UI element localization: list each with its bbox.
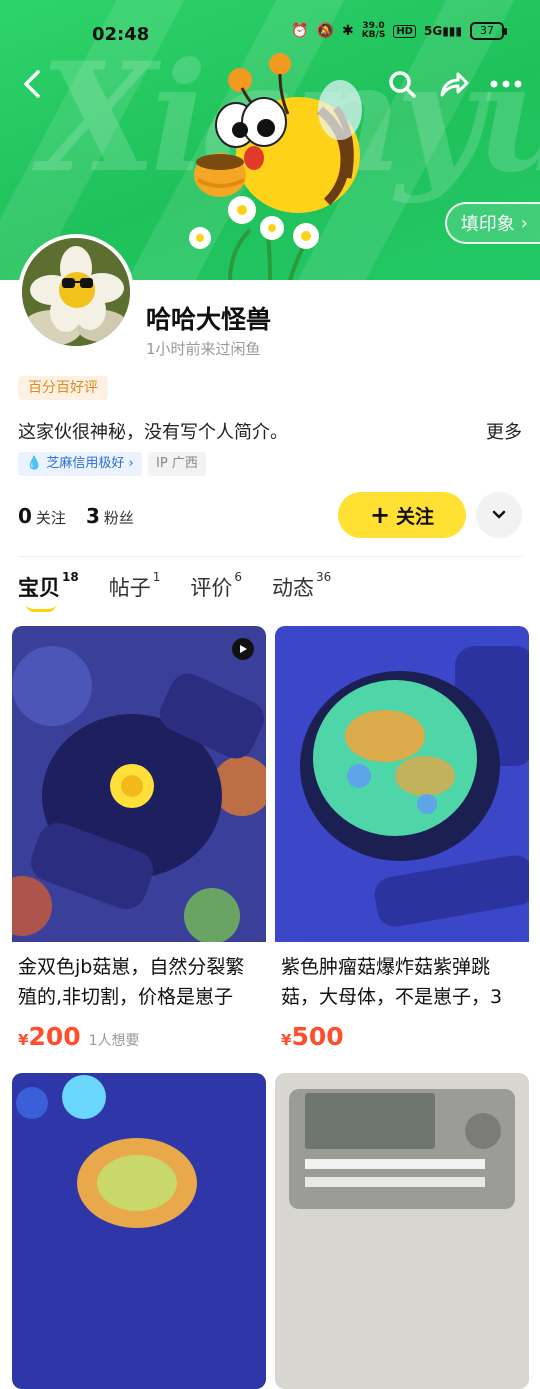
item-price: ¥500 <box>281 1022 344 1051</box>
divider <box>18 556 522 557</box>
follow-stats: 0 关注 3 粉丝 <box>18 504 134 528</box>
chevron-right-icon: › <box>128 456 134 471</box>
item-photo <box>275 1073 529 1389</box>
active-tab-indicator <box>26 604 56 612</box>
fans-label: 粉丝 <box>103 509 134 527</box>
following-count: 0 <box>18 504 32 528</box>
item-price-row: ¥500 <box>275 1014 529 1051</box>
item-photo <box>12 626 266 942</box>
following-label: 关注 <box>35 509 66 527</box>
item-card[interactable] <box>12 1073 266 1389</box>
tab-items[interactable]: 宝贝 18 <box>18 570 79 602</box>
fans-count: 3 <box>85 504 100 528</box>
more-options-button[interactable] <box>486 64 526 104</box>
credit-tag[interactable]: 💧 芝麻信用极好 › <box>18 452 142 476</box>
status-bar: 02:48 ⏰ 🔕 ✱ 39.0 KB/S HD 5G▮▮▮ 37 <box>0 0 540 66</box>
share-icon <box>440 72 469 97</box>
item-price-row: ¥200 1人想要 <box>12 1014 266 1051</box>
net-speed: 39.0 KB/S <box>361 21 386 40</box>
good-review-badge[interactable]: 百分百好评 <box>18 376 108 400</box>
video-play-icon <box>232 638 254 660</box>
credit-tag-label: 芝麻信用极好 <box>46 456 125 471</box>
back-button[interactable] <box>12 64 52 104</box>
status-time: 02:48 <box>92 24 150 45</box>
profile-tabs: 宝贝 18 帖子 1 评价 6 动态 36 <box>18 570 331 602</box>
device-photo-image <box>275 1073 529 1389</box>
daffodil-avatar-image <box>22 238 130 346</box>
coral-photo-image <box>12 1073 266 1389</box>
stamp-impression-button[interactable]: 填印象 › <box>444 202 540 244</box>
tab-activity[interactable]: 动态 36 <box>272 570 331 602</box>
chevron-right-icon: › <box>520 212 528 234</box>
item-card[interactable]: 紫色肿瘤菇爆炸菇紫弹跳菇，大母体，不是崽子，3 ¥500 <box>275 626 529 1051</box>
signal-icon: 5G▮▮▮ <box>423 24 462 38</box>
plus-icon: + <box>369 501 391 529</box>
bluetooth-icon: ✱ <box>341 23 354 39</box>
user-name: 哈哈大怪兽 <box>146 305 272 334</box>
more-dots-icon <box>490 80 522 88</box>
following-stat[interactable]: 0 关注 <box>18 504 66 528</box>
last-seen-text: 1小时前来过闲鱼 <box>146 340 261 358</box>
item-wants-count: 1人想要 <box>88 1033 140 1049</box>
item-title: 金双色jb菇崽，自然分裂繁殖的,非切割，价格是崽子 <box>18 956 245 1008</box>
item-photo <box>275 626 529 942</box>
flame-icon: 💧 <box>26 456 43 471</box>
mute-icon: 🔕 <box>316 23 334 39</box>
alarm-icon: ⏰ <box>291 23 309 39</box>
bee-mascot-illustration <box>189 53 362 280</box>
back-arrow-icon <box>24 70 40 98</box>
ip-value: 广西 <box>171 456 198 471</box>
bio-text: 这家伙很神秘，没有写个人简介。 <box>18 422 288 443</box>
avatar[interactable] <box>18 234 134 350</box>
follow-button[interactable]: + 关注 <box>338 492 466 538</box>
search-icon <box>389 71 416 98</box>
stamp-button-label: 填印象 <box>460 214 515 235</box>
ip-location-tag: IP 广西 <box>148 452 206 476</box>
item-card[interactable]: 金双色jb菇崽，自然分裂繁殖的,非切割，价格是崽子 ¥200 1人想要 <box>12 626 266 1051</box>
more-link[interactable]: 更多 <box>486 418 522 444</box>
item-title: 紫色肿瘤菇爆炸菇紫弹跳菇，大母体，不是崽子，3 <box>281 956 503 1008</box>
status-icons: ⏰ 🔕 ✱ 39.0 KB/S HD 5G▮▮▮ 37 <box>291 21 507 40</box>
coral-photo-image <box>275 626 529 942</box>
follow-button-label: 关注 <box>396 505 435 528</box>
tab-posts[interactable]: 帖子 1 <box>109 570 161 602</box>
ip-label: IP <box>156 456 168 471</box>
chevron-down-icon <box>492 510 506 519</box>
item-photo <box>12 1073 266 1389</box>
tab-reviews[interactable]: 评价 6 <box>190 570 242 602</box>
share-button[interactable] <box>434 64 474 104</box>
item-price: ¥200 <box>18 1022 81 1051</box>
expand-dropdown-button[interactable] <box>476 492 522 538</box>
fans-stat[interactable]: 3 粉丝 <box>86 504 134 528</box>
coral-photo-image <box>12 626 266 942</box>
item-card[interactable] <box>275 1073 529 1389</box>
search-button[interactable] <box>382 64 422 104</box>
battery-icon: 37 <box>470 22 507 40</box>
hd-icon: HD <box>393 24 416 38</box>
